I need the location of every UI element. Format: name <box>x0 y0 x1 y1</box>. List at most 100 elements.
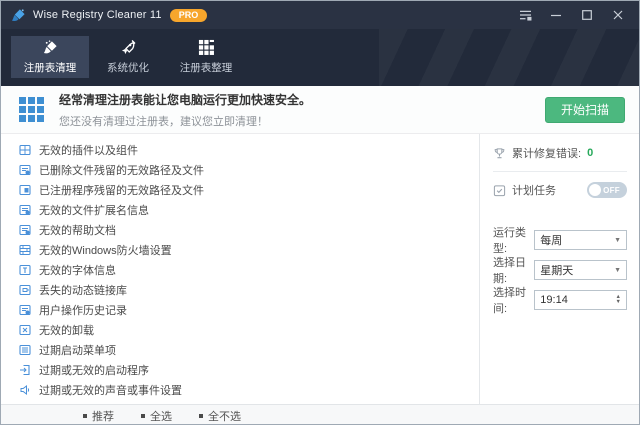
list-item[interactable]: 无效的卸载 <box>19 320 479 340</box>
select-time-spinner[interactable]: 19:14 ▲▼ <box>534 290 627 310</box>
select-time-row: 选择时间: 19:14 ▲▼ <box>493 290 627 310</box>
calendar-check-icon <box>493 184 506 197</box>
list-item[interactable]: 无效的文件扩展名信息 <box>19 200 479 220</box>
defrag-grid-icon <box>198 39 215 56</box>
run-type-row: 运行类型: 每周 ▼ <box>493 230 627 250</box>
footer-bar: 推荐 全选 全不选 <box>1 404 639 425</box>
trophy-icon <box>493 147 506 160</box>
run-type-value: 每周 <box>540 232 562 248</box>
footer-link-label: 全选 <box>150 408 172 424</box>
list-item-label: 无效的卸载 <box>39 322 94 338</box>
app-window: Wise Registry Cleaner 11 PRO 注册表清理 <box>0 0 640 425</box>
list-item[interactable]: 丢失的动态链接库 <box>19 280 479 300</box>
info-banner: 经常清理注册表能让您电脑运行更加快速安全。 您还没有清理过注册表，建议您立即清理… <box>1 86 639 134</box>
list-item[interactable]: 无效的Windows防火墙设置 <box>19 240 479 260</box>
list-item-label: 无效的字体信息 <box>39 262 116 278</box>
list-item[interactable]: 过期或无效的启动程序 <box>19 360 479 380</box>
list-item-label: 无效的帮助文档 <box>39 222 116 238</box>
nav-decoration <box>379 29 639 86</box>
nav-bar: 注册表清理 系统优化 注册表整理 <box>1 29 639 86</box>
minimize-button[interactable] <box>545 5 567 25</box>
schedule-toggle[interactable]: OFF <box>587 182 627 198</box>
select-day-row: 选择日期: 星期天 ▼ <box>493 260 627 280</box>
footer-link-label: 推荐 <box>92 408 114 424</box>
fixed-errors-value: 0 <box>587 147 593 159</box>
bullet-icon <box>199 414 203 418</box>
maximize-button[interactable] <box>576 5 598 25</box>
pro-badge: PRO <box>170 9 208 22</box>
fixed-errors-row: 累计修复错误: 0 <box>493 144 627 162</box>
tab-registry-defrag[interactable]: 注册表整理 <box>167 36 245 78</box>
list-item[interactable]: 无效的插件以及组件 <box>19 140 479 160</box>
list-item-label: 无效的插件以及组件 <box>39 142 138 158</box>
history-icon <box>19 304 31 316</box>
title-bar: Wise Registry Cleaner 11 PRO <box>1 1 639 29</box>
chevron-down-icon: ▼ <box>614 237 621 244</box>
list-item-label: 过期或无效的声音或事件设置 <box>39 382 182 398</box>
plugin-icon <box>19 144 31 156</box>
run-type-select[interactable]: 每周 ▼ <box>534 230 627 250</box>
scan-category-list: 无效的插件以及组件 已删除文件残留的无效路径及文件 已注册程序残留的无效路径及文… <box>1 134 479 404</box>
tab-system-tuneup[interactable]: 系统优化 <box>89 36 167 78</box>
deleted-file-icon <box>19 164 31 176</box>
bullet-icon <box>83 414 87 418</box>
start-scan-button[interactable]: 开始扫描 <box>545 97 625 123</box>
list-item-label: 丢失的动态链接库 <box>39 282 127 298</box>
registry-grid-icon <box>19 97 44 122</box>
dll-icon <box>19 284 31 296</box>
window-title: Wise Registry Cleaner 11 <box>33 9 162 21</box>
font-icon <box>19 264 31 276</box>
spinner-arrows-icon[interactable]: ▲▼ <box>616 295 621 305</box>
main-content: 无效的插件以及组件 已删除文件残留的无效路径及文件 已注册程序残留的无效路径及文… <box>1 134 639 404</box>
right-panel: 累计修复错误: 0 计划任务 OFF 运行类型: 每周 <box>479 134 639 404</box>
list-item-label: 无效的Windows防火墙设置 <box>39 242 172 258</box>
list-item[interactable]: 过期启动菜单项 <box>19 340 479 360</box>
toggle-knob <box>589 184 601 196</box>
firewall-icon <box>19 244 31 256</box>
scheduled-task-label: 计划任务 <box>512 182 556 198</box>
rocket-icon <box>120 39 137 56</box>
registered-app-icon <box>19 184 31 196</box>
list-item-label: 用户操作历史记录 <box>39 302 127 318</box>
uninstall-icon <box>19 324 31 336</box>
list-item[interactable]: 用户操作历史记录 <box>19 300 479 320</box>
list-item-label: 过期或无效的启动程序 <box>39 362 149 378</box>
app-logo-brush-icon <box>11 8 26 23</box>
list-item[interactable]: 已注册程序残留的无效路径及文件 <box>19 180 479 200</box>
chevron-down-icon: ▼ <box>614 267 621 274</box>
tab-label: 注册表整理 <box>180 60 233 75</box>
list-item-label: 已删除文件残留的无效路径及文件 <box>39 162 204 178</box>
select-all-link[interactable]: 全选 <box>141 408 172 424</box>
main-menu-icon[interactable] <box>514 5 536 25</box>
startup-icon <box>19 364 31 376</box>
bullet-icon <box>141 414 145 418</box>
tab-label: 注册表清理 <box>24 60 77 75</box>
select-none-link[interactable]: 全不选 <box>199 408 241 424</box>
banner-title: 经常清理注册表能让您电脑运行更加快速安全。 <box>59 91 311 108</box>
run-type-label: 运行类型: <box>493 224 534 256</box>
scheduled-task-row: 计划任务 OFF <box>493 180 627 200</box>
toggle-state-label: OFF <box>603 186 620 195</box>
list-item-label: 过期启动菜单项 <box>39 342 116 358</box>
banner-subtitle: 您还没有清理过注册表，建议您立即清理！ <box>59 113 311 129</box>
footer-link-label: 全不选 <box>208 408 241 424</box>
divider <box>493 171 627 172</box>
tab-registry-cleaner[interactable]: 注册表清理 <box>11 36 89 78</box>
select-day-select[interactable]: 星期天 ▼ <box>534 260 627 280</box>
fixed-errors-label: 累计修复错误: <box>512 145 581 161</box>
list-item[interactable]: 无效的帮助文档 <box>19 220 479 240</box>
list-item[interactable]: 无效的字体信息 <box>19 260 479 280</box>
file-extension-icon <box>19 204 31 216</box>
brush-icon <box>42 39 59 56</box>
sound-icon <box>19 384 31 396</box>
select-day-value: 星期天 <box>540 262 573 278</box>
list-item-label: 已注册程序残留的无效路径及文件 <box>39 182 204 198</box>
close-button[interactable] <box>607 5 629 25</box>
select-time-value: 19:14 <box>540 294 568 306</box>
select-time-label: 选择时间: <box>493 284 534 316</box>
select-recommended-link[interactable]: 推荐 <box>83 408 114 424</box>
help-doc-icon <box>19 224 31 236</box>
tab-label: 系统优化 <box>107 60 149 75</box>
list-item[interactable]: 已删除文件残留的无效路径及文件 <box>19 160 479 180</box>
list-item[interactable]: 过期或无效的声音或事件设置 <box>19 380 479 400</box>
